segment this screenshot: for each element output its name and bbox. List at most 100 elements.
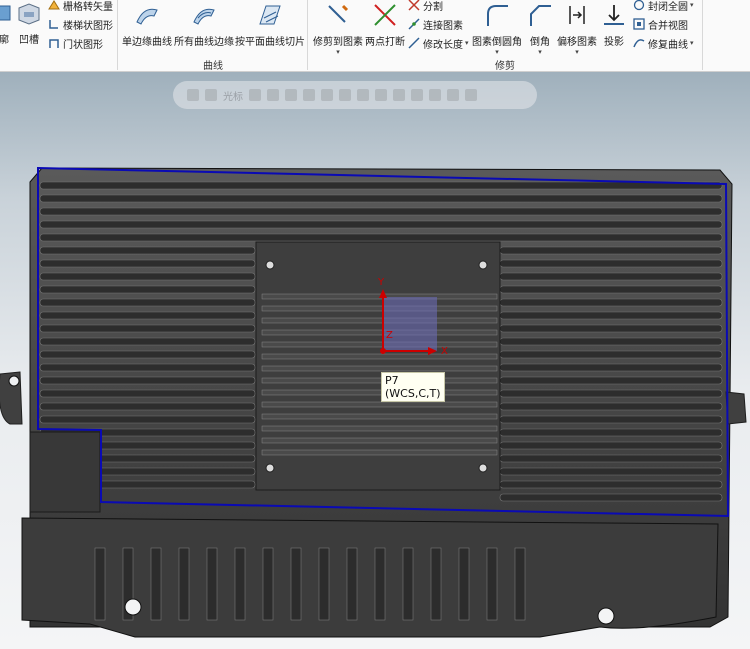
fin (261, 293, 498, 300)
right-mounting-ear (725, 391, 747, 425)
profile-icon (0, 5, 11, 21)
rib (514, 547, 526, 621)
ribbon-toolbar: 廓 凹槽 栅格转矢量 楼梯状图形 门状图形 单边缘曲线 所有曲线边缘 按平面曲线… (0, 0, 750, 72)
fin (499, 376, 723, 385)
grid-to-vector-button[interactable]: 栅格转矢量 (48, 0, 113, 13)
split-button[interactable]: 分割 (408, 0, 443, 13)
fin (39, 415, 256, 424)
tooltip-coord-system: (WCS,C,T) (385, 387, 441, 400)
fin (499, 350, 723, 359)
coordinate-tooltip: P7 (WCS,C,T) (381, 372, 445, 402)
group-divider (307, 0, 308, 70)
door-shape-label: 门状图形 (63, 39, 103, 51)
split-label: 分割 (423, 1, 443, 13)
fin (39, 376, 256, 385)
offset-element-button[interactable]: 偏移图素 ▾ (556, 2, 598, 56)
plane-curve-slice-icon (259, 5, 281, 25)
tooltip-point-name: P7 (385, 374, 399, 387)
trim-to-element-label: 修剪到图素 (313, 37, 363, 48)
boss-hole (478, 260, 488, 270)
fin (39, 233, 723, 242)
graphics-viewport[interactable]: 光标 Y Z X P7 (WCS,C,T) (0, 72, 750, 649)
chevron-down-icon[interactable]: ▾ (312, 48, 364, 56)
project-icon (604, 5, 624, 25)
rib (234, 547, 246, 621)
fin (39, 285, 256, 294)
fin (261, 437, 498, 444)
axis-x-label: X (441, 346, 448, 357)
rib (346, 547, 358, 621)
modify-length-icon (408, 37, 420, 49)
all-curve-edges-label: 所有曲线边缘 (174, 37, 234, 48)
fin (499, 311, 723, 320)
fin (499, 428, 723, 437)
rib (178, 547, 190, 621)
door-shape-icon (49, 39, 59, 48)
gizmo-plane (383, 297, 437, 351)
trim-to-element-icon (328, 4, 349, 23)
fin (261, 401, 498, 408)
profile-button[interactable]: 廓 (0, 2, 14, 46)
fin (39, 272, 256, 281)
groove-icon (18, 3, 40, 25)
two-point-break-label: 两点打断 (365, 37, 405, 48)
cad-model[interactable] (0, 72, 750, 649)
rib (94, 547, 106, 621)
door-shape-button[interactable]: 门状图形 (48, 35, 103, 51)
rib (374, 547, 386, 621)
trim-to-element-button[interactable]: 修剪到图素 ▾ (312, 2, 364, 56)
modify-length-button[interactable]: 修改长度 ▾ (408, 35, 469, 51)
fin (39, 259, 256, 268)
chamfer-button[interactable]: 倒角 ▾ (525, 2, 555, 56)
two-point-break-button[interactable]: 两点打断 (364, 2, 406, 48)
join-elements-button[interactable]: 连接图素 (408, 16, 463, 32)
modify-group-label: 修剪 (495, 61, 515, 72)
two-point-break-icon (374, 4, 396, 26)
offset-element-icon (569, 6, 585, 24)
origin-point (380, 348, 386, 354)
ladder-shape-icon (49, 20, 58, 29)
repair-curve-button[interactable]: 修复曲线 ▾ (633, 35, 694, 51)
ladder-shape-button[interactable]: 楼梯状图形 (48, 16, 113, 32)
single-edge-curve-button[interactable]: 单边缘曲线 (121, 2, 173, 48)
element-fillet-button[interactable]: 图素倒圆角 ▾ (472, 2, 522, 56)
fin (499, 246, 723, 255)
chevron-down-icon[interactable]: ▾ (525, 48, 555, 56)
single-edge-curve-icon (136, 8, 158, 25)
axis-y-label: Y (378, 277, 385, 288)
rib (458, 547, 470, 621)
rib (150, 547, 162, 621)
close-all-button[interactable]: 封闭全圆 ▾ (633, 0, 694, 13)
plane-curve-slice-label: 按平面曲线切片 (235, 37, 305, 48)
single-edge-curve-label: 单边缘曲线 (122, 37, 172, 48)
fin (499, 441, 723, 450)
rib (206, 547, 218, 621)
chevron-down-icon[interactable]: ▾ (690, 1, 694, 9)
chamfer-label: 倒角 (530, 37, 550, 48)
fin (39, 389, 256, 398)
all-curve-edges-button[interactable]: 所有曲线边缘 (174, 2, 234, 48)
fin (261, 365, 498, 372)
chevron-down-icon[interactable]: ▾ (556, 48, 598, 56)
merge-view-button[interactable]: 合并视图 (633, 16, 688, 32)
front-hole (124, 598, 142, 616)
axis-z-label: Z (386, 330, 393, 341)
close-all-label: 封闭全圆 (648, 1, 688, 13)
fin (261, 341, 498, 348)
project-button[interactable]: 投影 (599, 2, 629, 48)
ear-hole (8, 375, 20, 387)
plane-curve-slice-button[interactable]: 按平面曲线切片 (235, 2, 305, 48)
fin (499, 389, 723, 398)
chevron-down-icon[interactable]: ▾ (465, 39, 469, 47)
offset-element-label: 偏移图素 (557, 37, 597, 48)
chevron-down-icon[interactable]: ▾ (690, 39, 694, 47)
groove-button[interactable]: 凹槽 (16, 2, 42, 46)
fin (39, 337, 256, 346)
fin (39, 246, 256, 255)
rib (430, 547, 442, 621)
fin (499, 454, 723, 463)
chevron-down-icon[interactable]: ▾ (472, 48, 522, 56)
merge-view-icon (633, 18, 645, 30)
element-fillet-label: 图素倒圆角 (472, 37, 522, 48)
fin (499, 363, 723, 372)
